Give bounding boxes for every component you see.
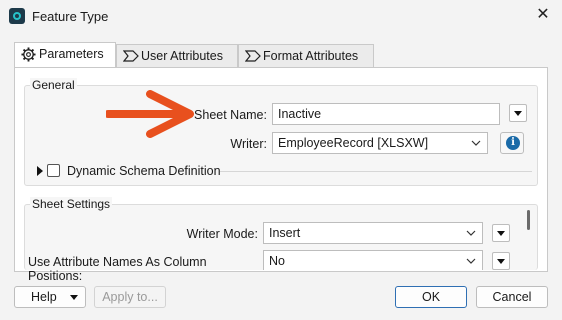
help-label: Help bbox=[31, 290, 57, 304]
tab-user-attributes[interactable]: User Attributes bbox=[116, 44, 238, 68]
tab-label: User Attributes bbox=[141, 49, 223, 63]
chevron-down-icon bbox=[466, 258, 476, 264]
chevron-down-icon bbox=[70, 295, 78, 300]
writer-mode-label: Writer Mode: bbox=[186, 227, 258, 241]
chevron-down-icon bbox=[466, 230, 476, 236]
tab-label: Parameters bbox=[39, 47, 104, 61]
gear-icon bbox=[21, 44, 39, 66]
annotation-arrow-icon bbox=[106, 90, 194, 138]
ok-button[interactable]: OK bbox=[395, 286, 467, 308]
expand-arrow-icon[interactable] bbox=[36, 165, 44, 177]
attr-names-select[interactable]: No bbox=[263, 250, 483, 270]
title-bar: Feature Type ✕ bbox=[0, 0, 562, 34]
apply-to-button[interactable]: Apply to... bbox=[94, 286, 166, 308]
chevron-down-icon bbox=[471, 140, 481, 146]
sheet-name-menu-button[interactable] bbox=[509, 104, 527, 122]
dynamic-schema-label: Dynamic Schema Definition bbox=[67, 164, 221, 178]
tab-format-attributes[interactable]: Format Attributes bbox=[238, 44, 374, 68]
writer-mode-menu-button[interactable] bbox=[492, 224, 510, 242]
tag-icon bbox=[244, 46, 263, 68]
divider bbox=[220, 171, 532, 172]
help-button[interactable]: Help bbox=[14, 286, 86, 308]
writer-value: EmployeeRecord [XLSXW] bbox=[278, 136, 429, 150]
sheet-name-input[interactable]: Inactive bbox=[272, 103, 500, 125]
scrollbar-thumb[interactable] bbox=[527, 210, 530, 230]
writer-mode-select[interactable]: Insert bbox=[263, 222, 483, 244]
window-title: Feature Type bbox=[32, 9, 109, 24]
dynamic-schema-checkbox[interactable] bbox=[47, 164, 60, 177]
info-icon: i bbox=[506, 136, 520, 150]
close-button[interactable]: ✕ bbox=[534, 6, 552, 24]
tab-label: Format Attributes bbox=[263, 49, 359, 63]
info-button[interactable]: i bbox=[500, 132, 524, 154]
attr-names-value: No bbox=[269, 254, 285, 268]
attr-names-menu-button[interactable] bbox=[492, 252, 510, 270]
tab-parameters[interactable]: Parameters bbox=[14, 42, 116, 68]
app-icon bbox=[9, 8, 25, 24]
tag-icon bbox=[122, 46, 141, 68]
writer-label: Writer: bbox=[230, 137, 267, 151]
cancel-button[interactable]: Cancel bbox=[476, 286, 548, 308]
sheet-settings-heading: Sheet Settings bbox=[30, 197, 113, 211]
general-heading: General bbox=[30, 78, 77, 92]
writer-select[interactable]: EmployeeRecord [XLSXW] bbox=[272, 132, 488, 154]
writer-mode-value: Insert bbox=[269, 226, 301, 240]
attr-names-label: Use Attribute Names As Column Positions: bbox=[28, 255, 207, 283]
